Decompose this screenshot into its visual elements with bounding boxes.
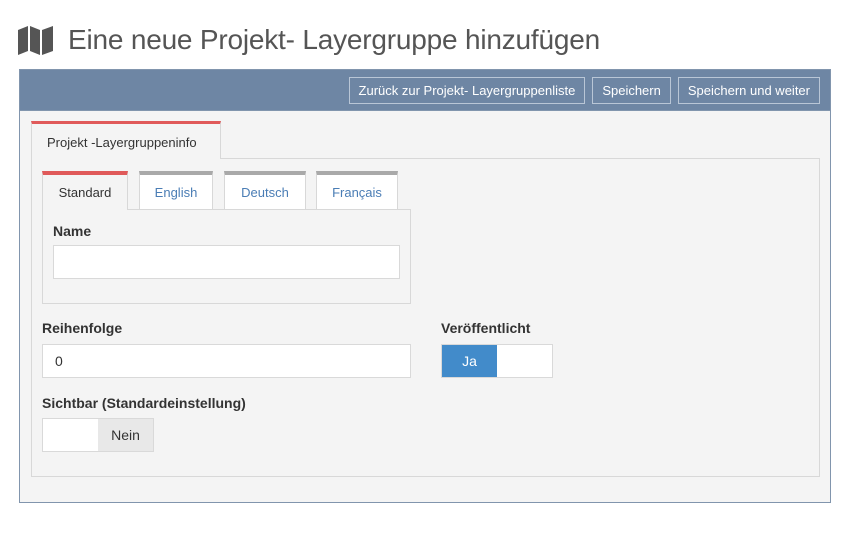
published-toggle-off[interactable] [497,345,552,377]
visible-label: Sichtbar (Standardeinstellung) [42,395,246,411]
tab-layer-group-info[interactable]: Projekt -Layergruppeninfo [31,121,221,159]
save-button[interactable]: Speichern [592,76,671,104]
toolbar: Zurück zur Projekt- Layergruppenliste Sp… [20,70,830,111]
visible-toggle-off[interactable]: Nein [98,419,153,451]
page-title: Eine neue Projekt- Layergruppe hinzufüge… [68,24,600,55]
map-icon [18,26,53,55]
tab-deutsch[interactable]: Deutsch [224,171,306,210]
name-label: Name [53,223,92,239]
published-toggle[interactable]: Ja [441,344,553,378]
tab-standard[interactable]: Standard [42,171,128,210]
visible-toggle-on[interactable] [43,419,98,451]
back-to-list-button[interactable]: Zurück zur Projekt- Layergruppenliste [348,76,586,104]
form-panel: Zurück zur Projekt- Layergruppenliste Sp… [19,69,831,503]
tab-english[interactable]: English [139,171,213,210]
page-header: Eine neue Projekt- Layergruppe hinzufüge… [18,22,600,58]
order-label: Reihenfolge [42,320,123,336]
published-toggle-on[interactable]: Ja [442,345,497,377]
name-input[interactable] [53,245,400,279]
order-input[interactable] [42,344,411,378]
visible-toggle[interactable]: Nein [42,418,154,452]
tab-francais[interactable]: Français [316,171,398,210]
language-tab-content: Name [42,209,411,304]
published-label: Veröffentlicht [441,320,531,336]
save-and-continue-button[interactable]: Speichern und weiter [677,76,820,104]
tab-content-layer-group-info: Standard English Deutsch Français Name R… [31,158,820,477]
